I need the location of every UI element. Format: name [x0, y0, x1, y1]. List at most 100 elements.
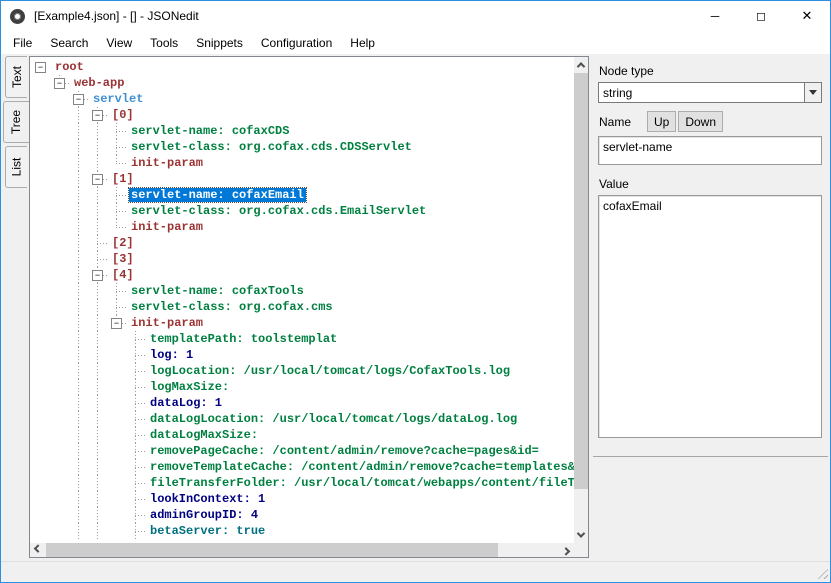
- value-field[interactable]: cofaxEmail: [598, 195, 822, 438]
- combo-dropdown-button[interactable]: [804, 83, 821, 102]
- tree-node-label[interactable]: removeTemplateCache: /content/admin/remo…: [148, 460, 574, 474]
- tree-node[interactable]: servlet-class: org.cofax.cms: [31, 299, 574, 315]
- menu-view[interactable]: View: [97, 33, 141, 53]
- tree-node[interactable]: init-param: [31, 219, 574, 235]
- menu-help[interactable]: Help: [341, 33, 384, 53]
- tree-node-label[interactable]: servlet-class: org.cofax.cds.EmailServle…: [129, 204, 428, 218]
- resize-grip[interactable]: [815, 566, 828, 579]
- tree-node[interactable]: −root: [31, 59, 574, 75]
- tree-node[interactable]: logMaxSize:: [31, 379, 574, 395]
- tree-node-label[interactable]: root: [53, 60, 86, 74]
- tree-node-label[interactable]: web-app: [72, 76, 126, 90]
- tree-node-label[interactable]: servlet-class: org.cofax.cds.CDSServlet: [129, 140, 414, 154]
- tab-tree[interactable]: Tree: [3, 101, 29, 143]
- node-type-select[interactable]: string: [598, 82, 822, 103]
- menu-bar: File Search View Tools Snippets Configur…: [1, 31, 830, 54]
- tree-node[interactable]: removePageCache: /content/admin/remove?c…: [31, 443, 574, 459]
- tree-node-label[interactable]: logMaxSize:: [148, 380, 231, 394]
- tree-node-label[interactable]: [2]: [110, 236, 136, 250]
- title-bar[interactable]: [Example4.json] - [] - JSONedit ─ ◻ ✕: [1, 1, 830, 31]
- node-type-value: string: [599, 86, 804, 100]
- tree-node[interactable]: [2]: [31, 235, 574, 251]
- tree-node[interactable]: servlet-name: cofaxEmail: [31, 187, 574, 203]
- tree-node[interactable]: betaServer: true: [31, 523, 574, 539]
- horizontal-scrollbar[interactable]: [30, 543, 574, 557]
- tree-node-label[interactable]: servlet: [91, 92, 145, 106]
- collapse-box[interactable]: −: [92, 110, 103, 121]
- horizontal-scrollbar-thumb[interactable]: [46, 543, 498, 557]
- maximize-button[interactable]: ◻: [738, 1, 784, 31]
- tree-node[interactable]: servlet-name: cofaxCDS: [31, 123, 574, 139]
- up-button[interactable]: Up: [647, 111, 676, 132]
- menu-configuration[interactable]: Configuration: [252, 33, 341, 53]
- tree-node[interactable]: −web-app: [31, 75, 574, 91]
- panel-divider: [593, 456, 828, 457]
- tree-node[interactable]: −servlet: [31, 91, 574, 107]
- tree-node[interactable]: −init-param: [31, 315, 574, 331]
- tab-text[interactable]: Text: [5, 56, 27, 98]
- tree-node-label[interactable]: dataLogLocation: /usr/local/tomcat/logs/…: [148, 412, 519, 426]
- close-button[interactable]: ✕: [784, 1, 830, 31]
- menu-tools[interactable]: Tools: [141, 33, 187, 53]
- collapse-box[interactable]: −: [54, 78, 65, 89]
- tree-node-label[interactable]: servlet-name: cofaxEmail: [129, 188, 306, 202]
- minimize-button[interactable]: ─: [692, 1, 738, 31]
- tree-node[interactable]: init-param: [31, 155, 574, 171]
- app-icon: [10, 9, 25, 24]
- collapse-box[interactable]: −: [73, 94, 84, 105]
- tree-node-label[interactable]: dataLogMaxSize:: [148, 428, 260, 442]
- collapse-box[interactable]: −: [35, 62, 46, 73]
- tree-node-label[interactable]: templatePath: toolstemplat: [148, 332, 339, 346]
- tree-node[interactable]: [3]: [31, 251, 574, 267]
- tree-node[interactable]: removeTemplateCache: /content/admin/remo…: [31, 459, 574, 475]
- tree-node[interactable]: servlet-class: org.cofax.cds.EmailServle…: [31, 203, 574, 219]
- scroll-down-button[interactable]: [574, 527, 588, 543]
- tree-node-label[interactable]: servlet-name: cofaxCDS: [129, 124, 291, 138]
- tree-node-label[interactable]: lookInContext: 1: [148, 492, 267, 506]
- vertical-scrollbar-thumb[interactable]: [574, 73, 588, 489]
- tree-node[interactable]: −[4]: [31, 267, 574, 283]
- tree-node-label[interactable]: fileTransferFolder: /usr/local/tomcat/we…: [148, 476, 574, 490]
- tree-node[interactable]: dataLogLocation: /usr/local/tomcat/logs/…: [31, 411, 574, 427]
- tree-node[interactable]: −[0]: [31, 107, 574, 123]
- tree-node[interactable]: −[1]: [31, 171, 574, 187]
- tree-node-label[interactable]: [1]: [110, 172, 136, 186]
- tree-node-label[interactable]: servlet-name: cofaxTools: [129, 284, 306, 298]
- tree-node-label[interactable]: removePageCache: /content/admin/remove?c…: [148, 444, 541, 458]
- menu-search[interactable]: Search: [41, 33, 97, 53]
- scroll-left-button[interactable]: [30, 543, 46, 557]
- tree-node[interactable]: templatePath: toolstemplat: [31, 331, 574, 347]
- tree-node[interactable]: logLocation: /usr/local/tomcat/logs/Cofa…: [31, 363, 574, 379]
- name-field[interactable]: servlet-name: [598, 136, 822, 165]
- collapse-box[interactable]: −: [92, 270, 103, 281]
- tree-node-label[interactable]: log: 1: [148, 348, 195, 362]
- collapse-box[interactable]: −: [92, 174, 103, 185]
- scroll-up-button[interactable]: [574, 57, 588, 73]
- tree-node[interactable]: adminGroupID: 4: [31, 507, 574, 523]
- tree-node[interactable]: lookInContext: 1: [31, 491, 574, 507]
- menu-file[interactable]: File: [4, 33, 41, 53]
- tree-node-label[interactable]: logLocation: /usr/local/tomcat/logs/Cofa…: [148, 364, 512, 378]
- scroll-right-button[interactable]: [558, 543, 574, 557]
- tree-node-label[interactable]: adminGroupID: 4: [148, 508, 260, 522]
- menu-snippets[interactable]: Snippets: [187, 33, 252, 53]
- tab-list[interactable]: List: [5, 146, 27, 188]
- down-button[interactable]: Down: [678, 111, 723, 132]
- tree-node-label[interactable]: init-param: [129, 316, 205, 330]
- vertical-scrollbar[interactable]: [574, 57, 588, 543]
- tree-node[interactable]: fileTransferFolder: /usr/local/tomcat/we…: [31, 475, 574, 491]
- tree-node-label[interactable]: [4]: [110, 268, 136, 282]
- tree-node-label[interactable]: [0]: [110, 108, 136, 122]
- tree-node[interactable]: servlet-name: cofaxTools: [31, 283, 574, 299]
- tree-node[interactable]: dataLog: 1: [31, 395, 574, 411]
- tree-node-label[interactable]: init-param: [129, 220, 205, 234]
- tree-node-label[interactable]: dataLog: 1: [148, 396, 224, 410]
- tree-node[interactable]: dataLogMaxSize:: [31, 427, 574, 443]
- tree-node-label[interactable]: init-param: [129, 156, 205, 170]
- tree-node[interactable]: log: 1: [31, 347, 574, 363]
- tree-node-label[interactable]: [3]: [110, 252, 136, 266]
- tree-node[interactable]: servlet-class: org.cofax.cds.CDSServlet: [31, 139, 574, 155]
- tree-node-label[interactable]: betaServer: true: [148, 524, 267, 538]
- tree-node-label[interactable]: servlet-class: org.cofax.cms: [129, 300, 335, 314]
- collapse-box[interactable]: −: [111, 318, 122, 329]
